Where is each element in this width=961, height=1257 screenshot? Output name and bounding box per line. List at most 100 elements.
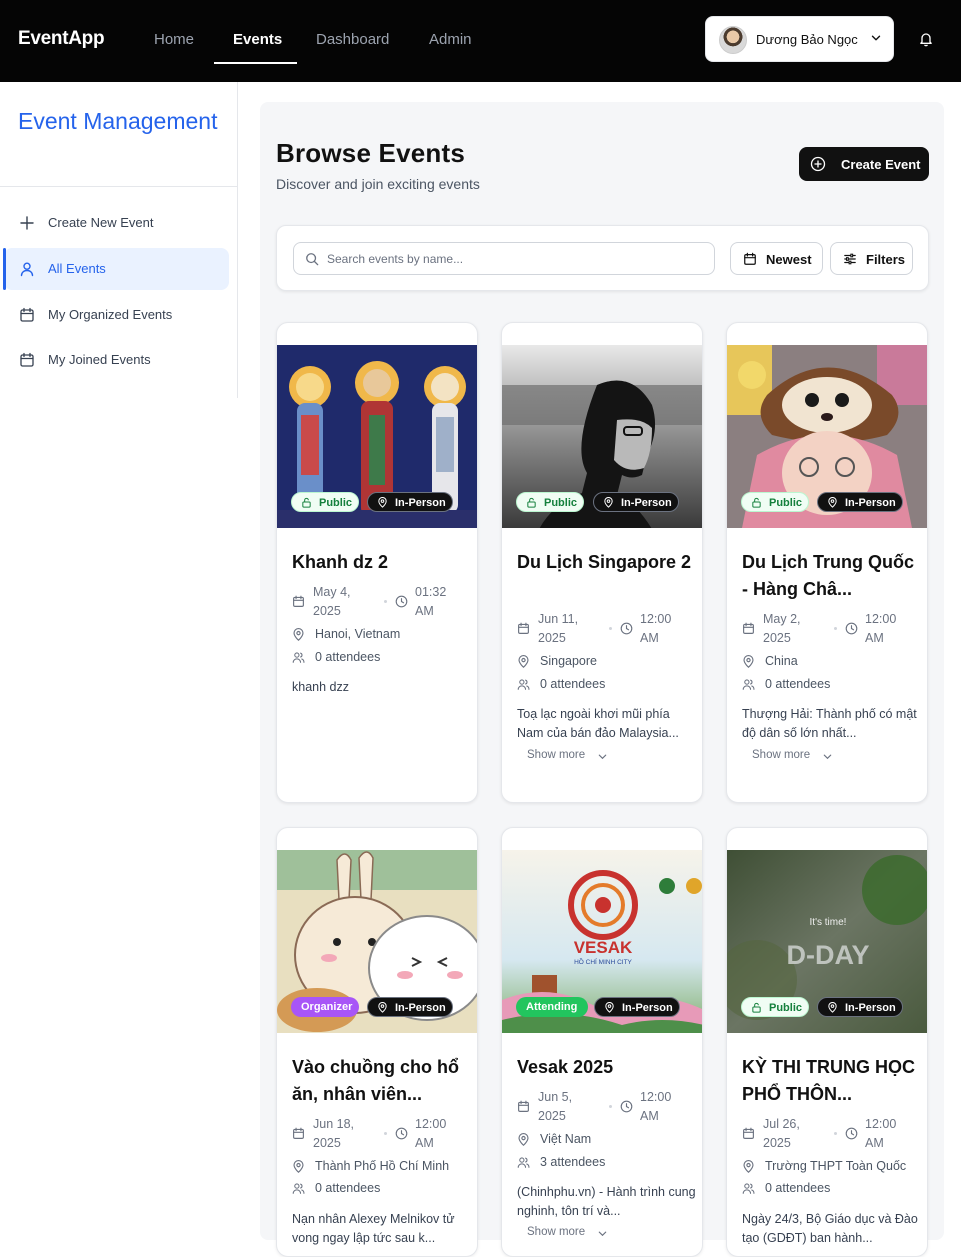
location-text: Thành Phố Hồ Chí Minh (315, 1159, 450, 1173)
search-icon (306, 253, 319, 266)
event-time: 12:00 AM (640, 1090, 672, 1123)
unlock-icon (302, 497, 311, 508)
users-icon (517, 679, 530, 690)
chevron-down-icon (823, 754, 832, 760)
mode-badge: In-Person (593, 492, 679, 512)
event-card[interactable]: Organizer In-Person Vào chuồng cho hổ ăn… (276, 827, 478, 1257)
sort-newest-button[interactable]: Newest (730, 242, 823, 275)
location-text: Hanoi, Vietnam (315, 627, 401, 641)
show-more-label: Show more (527, 749, 586, 761)
user-menu-button[interactable]: Dương Bảo Ngọc (705, 16, 894, 62)
event-card[interactable]: Public In-Person Khanh dz 2 May 4, 2025 … (276, 322, 478, 803)
users-icon (517, 1157, 530, 1168)
attendees-text: 0 attendees (765, 1181, 831, 1195)
mode-badge: In-Person (817, 492, 903, 512)
mode-badge: In-Person (817, 997, 903, 1017)
badge-label: In-Person (845, 1002, 896, 1014)
plus-icon (20, 216, 34, 230)
calendar-icon (743, 1127, 754, 1139)
calendar-icon (743, 622, 754, 634)
event-date: Jul 26, 2025 (763, 1117, 800, 1150)
badge-label: Attending (526, 1001, 578, 1013)
calendar-icon (20, 352, 34, 367)
page-subtitle: Discover and join exciting events (276, 176, 480, 192)
separator-dot (384, 600, 387, 603)
unlock-icon (752, 497, 761, 508)
event-card[interactable]: VESAK HỒ CHÍ MINH CITY Attending In-Pers… (501, 827, 703, 1257)
event-date: Jun 18, 2025 (313, 1117, 355, 1150)
chevron-down-icon (871, 35, 881, 41)
show-more-button[interactable]: Show more (752, 749, 832, 761)
separator-dot (384, 1132, 387, 1135)
event-description: khanh dzz (292, 680, 349, 694)
location-pin-icon (293, 628, 304, 641)
users-icon (742, 679, 755, 690)
sidebar-item-create-new-event[interactable]: Create New Event (4, 202, 229, 244)
page-title: Browse Events (276, 138, 466, 168)
create-event-label: Create Event (841, 157, 921, 172)
search-input[interactable] (327, 249, 707, 269)
event-title[interactable]: Du Lịch Trung Quốc - Hàng Châ... (742, 549, 922, 603)
show-more-button[interactable]: Show more (527, 1226, 607, 1238)
sidebar-item-my-organized-events[interactable]: My Organized Events (4, 294, 229, 336)
nav-admin[interactable]: Admin (429, 31, 472, 48)
sidebar-item-my-joined-events[interactable]: My Joined Events (4, 339, 229, 381)
nav-dashboard[interactable]: Dashboard (316, 31, 389, 48)
badge-label: Public (544, 497, 578, 509)
event-card[interactable]: Public In-Person Du Lịch Singapore 2 Jun… (501, 322, 703, 803)
sidebar-item-label: Create New Event (48, 215, 154, 230)
visibility-badge: Public (291, 492, 359, 512)
sidebar-item-label: My Joined Events (48, 352, 151, 367)
clock-icon (395, 595, 408, 608)
calendar-icon (293, 595, 304, 607)
role-badge: Organizer (291, 997, 359, 1017)
bell-icon[interactable] (918, 31, 934, 47)
role-badge: Attending (516, 997, 588, 1017)
event-title[interactable]: Vào chuồng cho hổ ăn, nhân viên... (292, 1054, 472, 1108)
filters-label: Filters (866, 252, 906, 267)
location-pin-icon (378, 1002, 387, 1013)
nav-home[interactable]: Home (154, 31, 194, 48)
dday-big-text: D-DAY (786, 940, 869, 970)
location-pin-icon (518, 655, 529, 668)
event-date: Jun 5, 2025 (538, 1090, 573, 1123)
visibility-badge: Public (516, 492, 584, 512)
badge-label: In-Person (845, 497, 896, 509)
nav-active-indicator (214, 62, 297, 64)
location-pin-icon (605, 1002, 614, 1013)
location-pin-icon (604, 497, 613, 508)
location-text: Việt Nam (540, 1132, 592, 1146)
event-card[interactable]: It's time! D-DAY Public In-Person KỲ THI… (726, 827, 928, 1257)
clock-icon (620, 622, 633, 635)
brand-logo[interactable]: EventApp (18, 28, 105, 50)
location-pin-icon (518, 1133, 529, 1146)
vesak-image-title: VESAK (574, 938, 633, 957)
event-title[interactable]: Khanh dz 2 (292, 549, 472, 576)
event-card[interactable]: Public In-Person Du Lịch Trung Quốc - Hà… (726, 322, 928, 803)
separator-dot (609, 627, 612, 630)
clock-icon (395, 1127, 408, 1140)
sidebar-item-label: My Organized Events (48, 307, 173, 322)
event-title[interactable]: Vesak 2025 (517, 1054, 697, 1081)
nav-events[interactable]: Events (233, 31, 282, 48)
location-pin-icon (378, 497, 387, 508)
event-title[interactable]: KỲ THI TRUNG HỌC PHỔ THÔN... (742, 1054, 922, 1108)
sidebar-item-all-events[interactable]: All Events (3, 248, 229, 290)
event-title[interactable]: Du Lịch Singapore 2 (517, 549, 697, 603)
show-more-label: Show more (527, 1226, 586, 1238)
search-box (293, 242, 715, 275)
users-icon (292, 1183, 305, 1194)
attendees-text: 0 attendees (315, 650, 381, 664)
unlock-icon (527, 497, 536, 508)
badge-label: Public (769, 497, 803, 509)
chevron-down-icon (598, 754, 607, 760)
location-text: China (765, 654, 798, 668)
filters-button[interactable]: Filters (830, 242, 913, 275)
avatar (719, 26, 747, 54)
separator-dot (834, 1132, 837, 1135)
calendar-icon (518, 1100, 529, 1112)
show-more-button[interactable]: Show more (527, 749, 607, 761)
separator-dot (834, 627, 837, 630)
create-event-button[interactable]: Create Event (799, 147, 929, 181)
plus-circle-icon (810, 156, 826, 172)
